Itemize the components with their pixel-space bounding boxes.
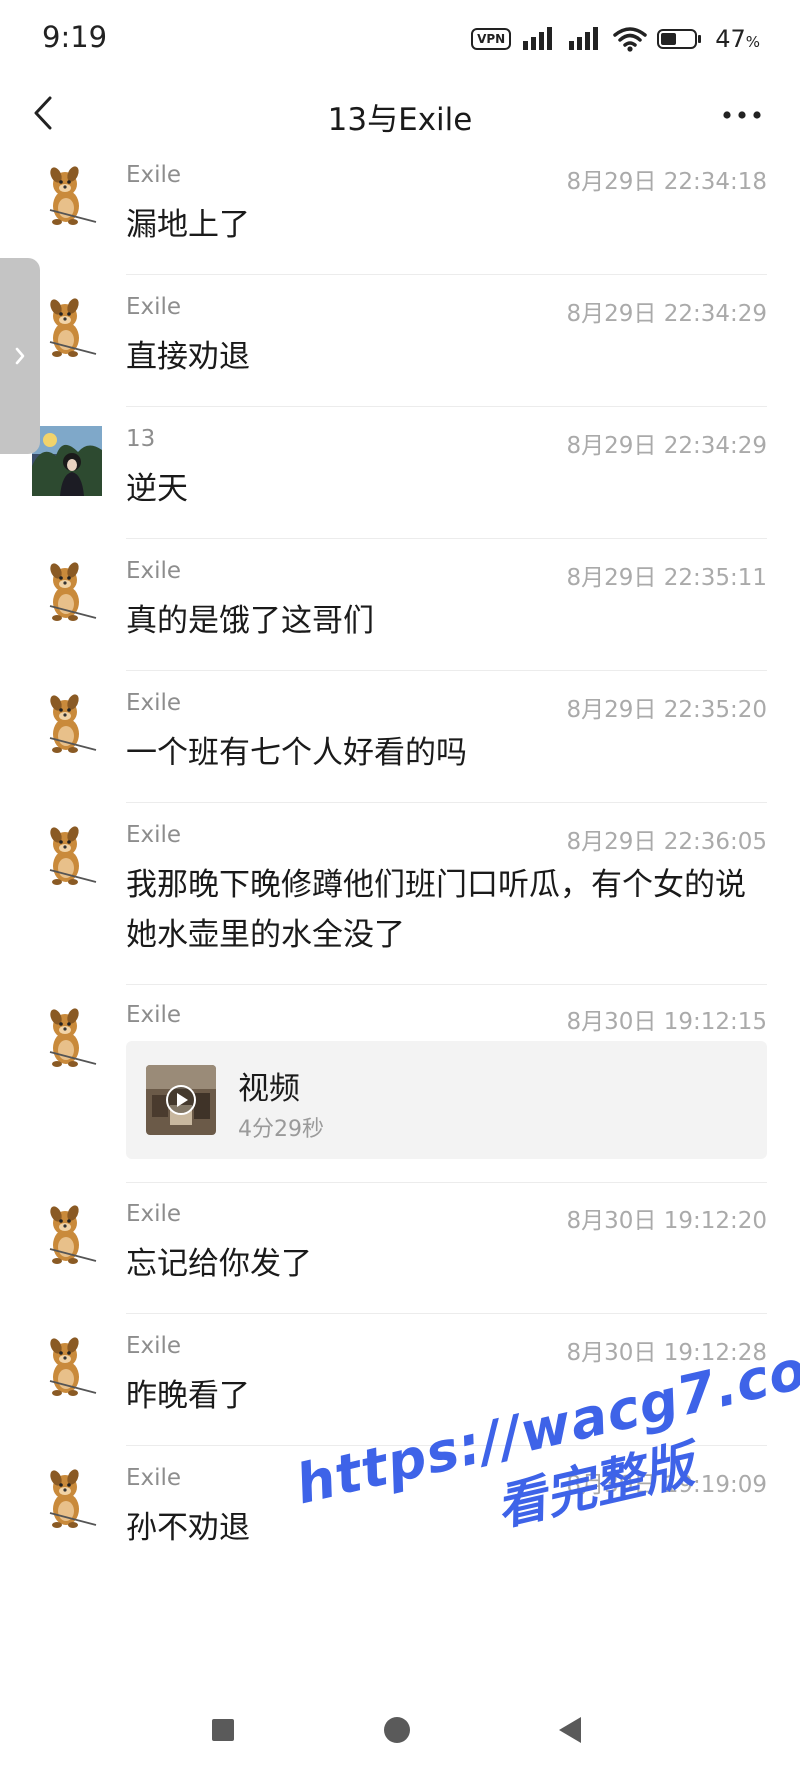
- status-time: 9:19: [42, 20, 108, 54]
- sender-name: Exile: [126, 1465, 182, 1491]
- message-time: 8月29日 22:34:18: [566, 169, 767, 195]
- video-duration: 4分29秒: [238, 1117, 324, 1142]
- divider: [126, 538, 767, 539]
- message-time: 8月29日 22:36:05: [566, 829, 767, 855]
- battery-level: [661, 33, 677, 45]
- more-horizontal-icon: [723, 111, 761, 119]
- battery-icon: [657, 29, 702, 49]
- message-time: 8月29日 22:35:11: [566, 565, 767, 591]
- message-text: 真的是饿了这哥们: [126, 603, 374, 639]
- video-title: 视频: [238, 1071, 300, 1107]
- sender-name: Exile: [126, 1002, 182, 1028]
- sender-name: Exile: [126, 558, 182, 584]
- vpn-icon: VPN: [471, 28, 512, 50]
- sender-name: Exile: [126, 1333, 182, 1359]
- message-text: 忘记给你发了: [126, 1246, 312, 1282]
- drawer-handle[interactable]: [0, 258, 40, 454]
- circle-icon: [384, 1717, 410, 1743]
- nav-back-button[interactable]: [530, 1682, 610, 1778]
- message-time: 8月30日 19:12:20: [566, 1208, 767, 1234]
- message-list[interactable]: Exile 8月29日 22:34:18 漏地上了 Exile 8月29日 22…: [0, 150, 800, 1682]
- status-bar: 9:19 VPN 47%: [0, 0, 800, 78]
- battery-percent: 47%: [715, 25, 760, 53]
- message-time: 8月30日 19:12:15: [566, 1009, 767, 1035]
- more-button[interactable]: [712, 92, 772, 138]
- status-icons: VPN 47%: [471, 22, 760, 56]
- recents-button[interactable]: [183, 1682, 263, 1778]
- avatar[interactable]: [32, 1201, 102, 1271]
- divider: [126, 274, 767, 275]
- message-time: 8月30日 19:12:28: [566, 1340, 767, 1366]
- message-text: 孙不劝退: [126, 1510, 250, 1546]
- triangle-back-icon: [559, 1717, 581, 1743]
- home-button[interactable]: [357, 1682, 437, 1778]
- chevron-right-icon: [15, 347, 25, 365]
- divider: [126, 1182, 767, 1183]
- avatar[interactable]: [32, 690, 102, 760]
- sender-name: Exile: [126, 690, 182, 716]
- avatar[interactable]: [32, 294, 102, 364]
- wifi-icon: [613, 27, 647, 52]
- sender-name: Exile: [126, 162, 182, 188]
- avatar[interactable]: [32, 822, 102, 892]
- system-nav-bar: [0, 1682, 800, 1778]
- cellular-signal-icon: [523, 27, 553, 50]
- avatar[interactable]: [32, 1465, 102, 1535]
- video-message-card[interactable]: 视频 4分29秒: [126, 1041, 767, 1159]
- divider: [126, 406, 767, 407]
- message-text: 逆天: [126, 471, 188, 507]
- avatar[interactable]: [32, 1004, 102, 1074]
- divider: [126, 802, 767, 803]
- avatar[interactable]: [32, 426, 102, 496]
- sender-name: Exile: [126, 1201, 182, 1227]
- divider: [126, 1445, 767, 1446]
- divider: [126, 1313, 767, 1314]
- message-time: 8月30日 19:19:09: [566, 1472, 767, 1498]
- message-text: 漏地上了: [126, 207, 250, 243]
- video-thumbnail[interactable]: [146, 1065, 216, 1135]
- square-icon: [212, 1719, 234, 1741]
- avatar[interactable]: [32, 1333, 102, 1403]
- message-time: 8月29日 22:35:20: [566, 697, 767, 723]
- message-text: 直接劝退: [126, 339, 250, 375]
- message-time: 8月29日 22:34:29: [566, 433, 767, 459]
- divider: [126, 670, 767, 671]
- sender-name: Exile: [126, 822, 182, 848]
- message-text: 昨晚看了: [126, 1378, 250, 1414]
- sender-name: 13: [126, 426, 156, 452]
- divider: [126, 984, 767, 985]
- avatar[interactable]: [32, 162, 102, 232]
- message-text: 我那晚下晚修蹲他们班门口听瓜，有个女的说她水壶里的水全没了: [126, 867, 746, 953]
- cellular-signal-2-icon: [569, 27, 599, 50]
- message-time: 8月29日 22:34:29: [566, 301, 767, 327]
- sender-name: Exile: [126, 294, 182, 320]
- chat-header: 13与Exile: [0, 78, 800, 152]
- avatar[interactable]: [32, 558, 102, 628]
- chat-title: 13与Exile: [327, 102, 473, 138]
- message-text: 一个班有七个人好看的吗: [126, 735, 467, 771]
